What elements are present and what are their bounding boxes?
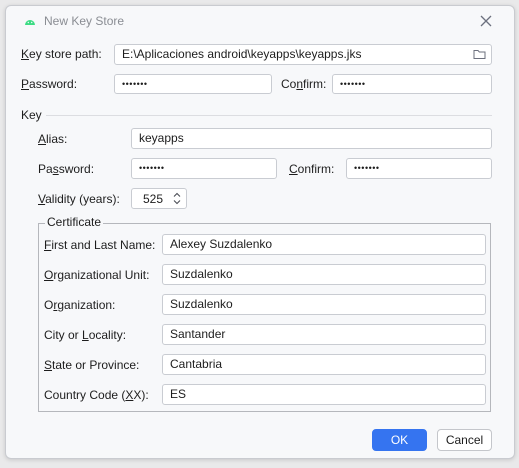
key-store-path-field[interactable]: E:\Aplicaciones android\keyapps\keyapps.… <box>114 44 492 65</box>
first-last-name-label: First and Last Name: <box>44 238 156 252</box>
key-password-field[interactable]: ••••••• <box>131 158 277 179</box>
country-code-field[interactable]: ES <box>162 384 486 405</box>
close-icon[interactable] <box>478 13 494 29</box>
key-separator <box>46 115 492 116</box>
state-province-label: State or Province: <box>44 358 140 372</box>
state-province-field[interactable]: Cantabria <box>162 354 486 375</box>
dialog-title: New Key Store <box>44 14 125 28</box>
key-store-path-value: E:\Aplicaciones android\keyapps\keyapps.… <box>122 47 362 61</box>
org-unit-label: Organizational Unit: <box>44 268 150 282</box>
key-confirm-field[interactable]: ••••••• <box>346 158 492 179</box>
country-code-label: Country Code (XX): <box>44 388 149 402</box>
key-section-label: Key <box>21 108 42 122</box>
android-icon <box>25 20 35 25</box>
validity-value: 525 <box>142 192 163 206</box>
first-last-name-field[interactable]: Alexey Suzdalenko <box>162 234 486 255</box>
new-key-store-dialog: New Key Store Key store path: E:\Aplicac… <box>5 5 515 459</box>
validity-label: Validity (years): <box>38 192 120 206</box>
store-password-field[interactable]: ••••••• <box>114 74 272 94</box>
folder-icon[interactable] <box>473 48 486 60</box>
alias-field[interactable]: keyapps <box>131 128 492 149</box>
store-confirm-label: Confirm: <box>281 77 327 91</box>
store-confirm-field[interactable]: ••••••• <box>332 74 492 94</box>
certificate-title: Certificate <box>45 215 104 229</box>
key-store-path-label: Key store path: <box>21 47 102 61</box>
key-confirm-label: Confirm: <box>289 162 335 176</box>
key-password-label: Password: <box>38 162 95 176</box>
validity-spinner[interactable]: 525 <box>131 188 187 209</box>
cancel-button[interactable]: Cancel <box>437 429 492 451</box>
organization-label: Organization: <box>44 298 116 312</box>
store-password-label: Password: <box>21 77 78 91</box>
ok-button[interactable]: OK <box>372 429 427 451</box>
alias-label: Alias: <box>38 132 68 146</box>
org-unit-field[interactable]: Suzdalenko <box>162 264 486 285</box>
spinner-arrows-icon[interactable] <box>171 191 183 206</box>
city-locality-label: City or Locality: <box>44 328 127 342</box>
title-bar: New Key Store <box>6 6 514 36</box>
organization-field[interactable]: Suzdalenko <box>162 294 486 315</box>
city-locality-field[interactable]: Santander <box>162 324 486 345</box>
